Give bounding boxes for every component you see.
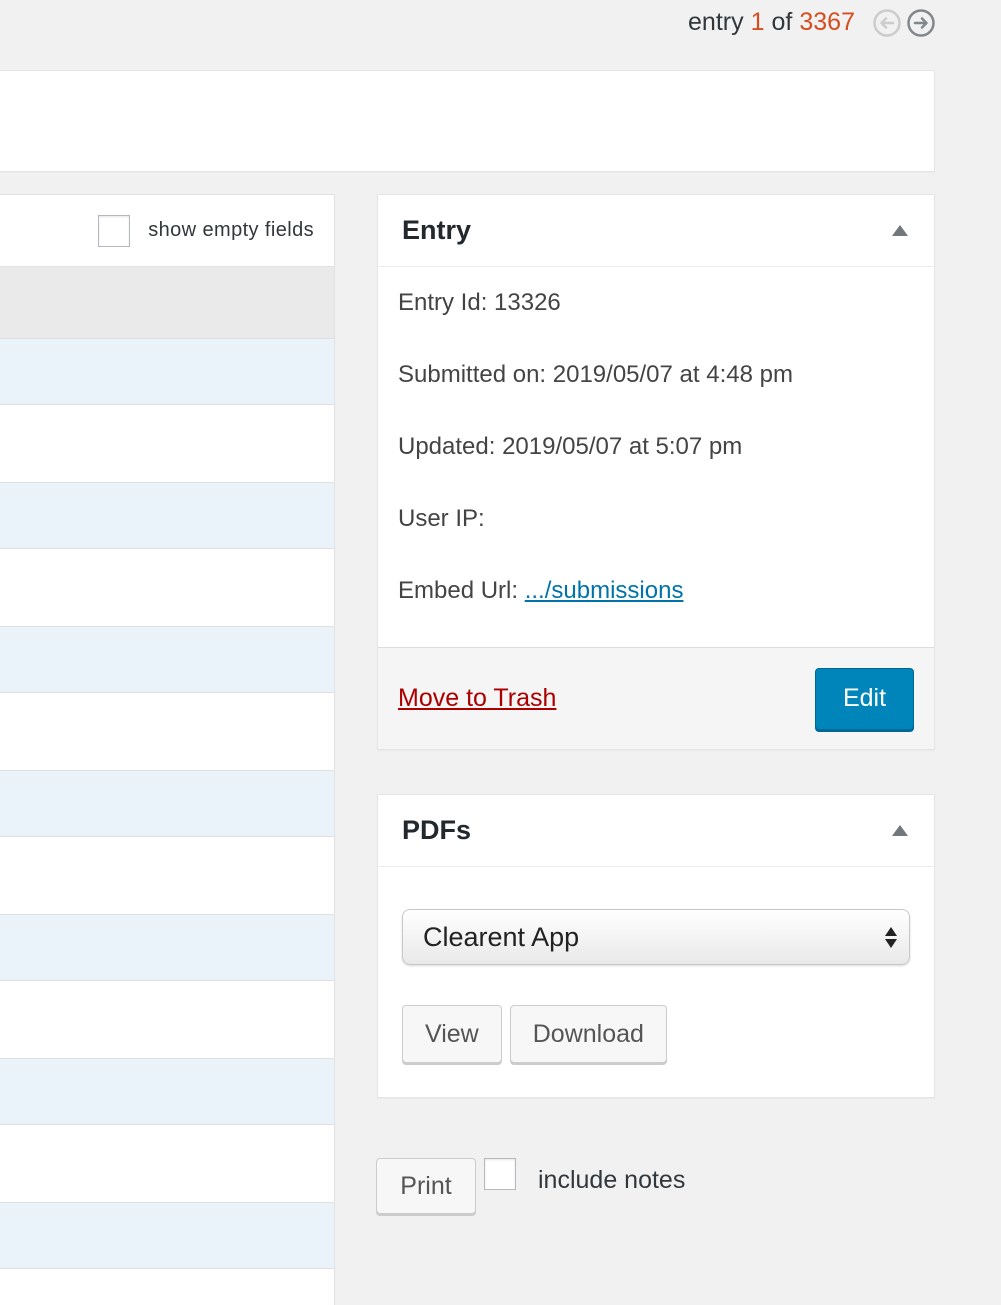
entry-box-header[interactable]: Entry (378, 195, 934, 267)
download-pdf-button[interactable]: Download (509, 1005, 667, 1063)
entry-box-body: Entry Id: 13326 Submitted on: 2019/05/07… (378, 267, 934, 648)
entry-detail-table: show empty fields (0, 194, 335, 1305)
include-notes-checkbox[interactable] (484, 1158, 516, 1190)
show-empty-fields-label: show empty fields (148, 219, 314, 241)
entry-title-box (0, 70, 935, 172)
arrow-right-circle-icon (907, 8, 935, 37)
table-row (0, 627, 334, 693)
collapse-arrow-icon[interactable] (892, 825, 908, 836)
submitted-on: Submitted on: 2019/05/07 at 4:48 pm (398, 361, 793, 388)
embed-url-label: Embed Url: (398, 577, 519, 604)
move-to-trash-link[interactable]: Move to Trash (398, 684, 556, 713)
arrow-left-circle-icon (873, 8, 901, 37)
print-button[interactable]: Print (376, 1158, 476, 1214)
print-row: Print include notes (376, 1158, 685, 1214)
table-row (0, 1059, 334, 1125)
embed-url: Embed Url: .../submissions (398, 577, 914, 605)
entry-info-box: Entry Entry Id: 13326 Submitted on: 2019… (377, 194, 935, 750)
total-entry-count: 3367 (799, 8, 855, 36)
pdf-template-select[interactable]: Clearent App (402, 909, 910, 965)
entry-box-title: Entry (402, 215, 472, 245)
pdf-actions: View Download (402, 1005, 910, 1063)
pagination-prefix: entry (688, 8, 744, 36)
select-updown-icon (885, 926, 897, 948)
prev-entry-button[interactable] (873, 8, 901, 37)
entry-pagination: entry 1 of 3367 (688, 8, 935, 37)
table-section-row (0, 267, 334, 339)
table-row (0, 339, 334, 405)
edit-button[interactable]: Edit (815, 667, 914, 730)
updated-on: Updated: 2019/05/07 at 5:07 pm (398, 433, 743, 460)
view-pdf-button[interactable]: View (402, 1005, 502, 1063)
entry-id: Entry Id: 13326 (398, 289, 561, 316)
user-ip: User IP: (398, 505, 485, 532)
pdfs-box-title: PDFs (402, 815, 472, 845)
pdfs-box-body: Clearent App View Download (378, 867, 934, 1063)
table-row (0, 405, 334, 483)
table-row (0, 915, 334, 981)
table-row (0, 549, 334, 627)
next-entry-button[interactable] (907, 8, 935, 37)
detail-table-header: show empty fields (0, 195, 334, 267)
entry-box-footer: Move to Trash Edit (378, 647, 934, 749)
embed-url-link[interactable]: .../submissions (525, 577, 684, 604)
show-empty-fields-checkbox[interactable] (98, 214, 131, 247)
table-row (0, 483, 334, 549)
pdf-template-selected: Clearent App (423, 921, 580, 952)
pdfs-box: PDFs Clearent App View Download (377, 794, 935, 1098)
collapse-arrow-icon[interactable] (892, 225, 908, 236)
include-notes-label: include notes (538, 1166, 686, 1194)
pagination-text: entry 1 of 3367 (688, 8, 855, 37)
table-row (0, 1203, 334, 1269)
table-row (0, 981, 334, 1059)
table-row (0, 693, 334, 771)
current-entry-number: 1 (750, 8, 765, 36)
pagination-of: of (771, 8, 793, 36)
table-row (0, 1125, 334, 1203)
table-row (0, 771, 334, 837)
table-row (0, 837, 334, 915)
pdfs-box-header[interactable]: PDFs (378, 795, 934, 867)
